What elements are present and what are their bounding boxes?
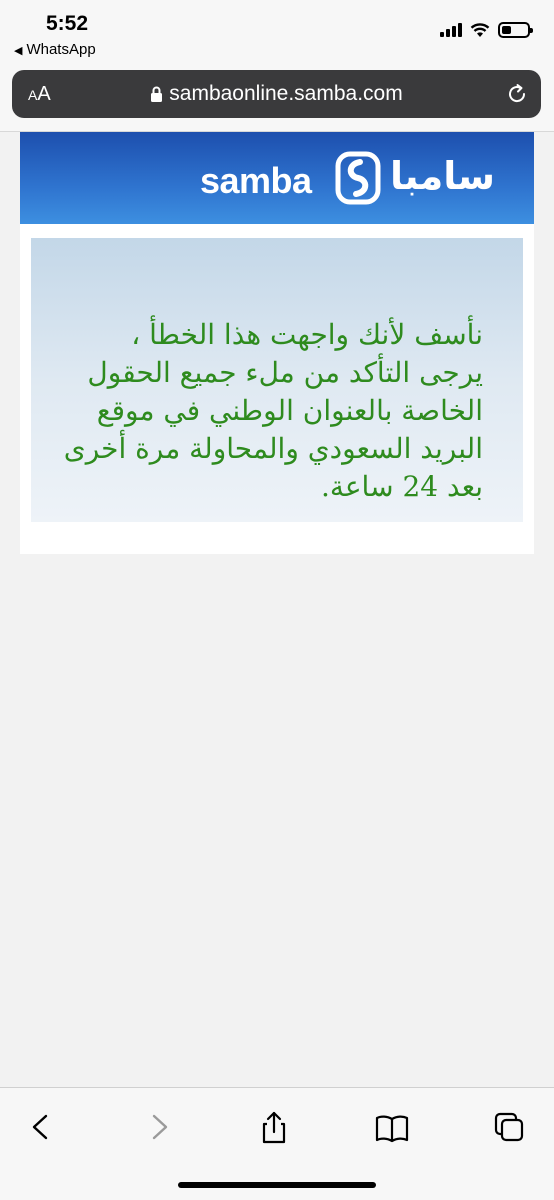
chevron-right-icon[interactable] [138,1110,178,1144]
url-text: sambaonline.samba.com [169,82,403,105]
url-bar[interactable]: AA sambaonline.samba.com [12,70,541,118]
url-display[interactable]: sambaonline.samba.com [12,82,541,106]
wifi-icon [470,22,490,37]
home-indicator[interactable] [178,1182,376,1188]
share-icon[interactable] [254,1110,294,1144]
back-to-app-link[interactable]: ◀ WhatsApp [14,41,96,58]
samba-logo-icon [335,151,381,205]
brand-name-en: samba [200,160,312,201]
page-content: samba سامبا نأسف لأنك واجهت هذا الخطأ ، … [20,132,534,554]
signal-icon [440,23,462,37]
back-app-label: WhatsApp [26,41,96,58]
error-message: نأسف لأنك واجهت هذا الخطأ ، يرجى التأكد … [63,318,483,503]
status-icons [440,22,533,38]
tabs-icon[interactable] [490,1110,530,1144]
book-icon[interactable] [372,1110,412,1144]
reload-icon[interactable] [505,82,529,106]
error-message-box: نأسف لأنك واجهت هذا الخطأ ، يرجى التأكد … [31,238,523,522]
samba-header: samba سامبا [20,132,534,224]
back-triangle-icon: ◀ [14,45,23,57]
status-time: 5:52 [46,12,89,35]
chevron-left-icon[interactable] [22,1110,62,1144]
top-chrome: 5:52 ◀ WhatsApp AA sambaonline.samba.com [0,0,554,132]
brand-name-ar: سامبا [390,154,495,198]
battery-icon [498,22,533,38]
lock-icon [151,86,163,102]
